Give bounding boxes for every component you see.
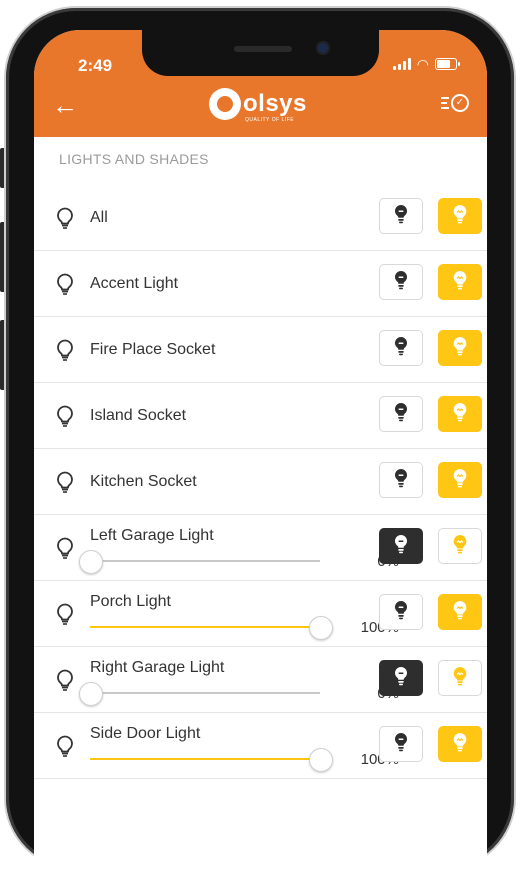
brightness-slider[interactable] xyxy=(79,550,320,574)
logo-subtext: QUALITY OF LIFE xyxy=(245,117,295,123)
brightness-slider[interactable] xyxy=(79,682,320,706)
light-name: Accent Light xyxy=(90,275,179,292)
light-name: Right Garage Light xyxy=(90,659,225,676)
signal-icon xyxy=(392,58,411,70)
slider-knob[interactable] xyxy=(309,616,333,640)
light-row: Island Socket xyxy=(34,383,487,449)
slider-knob[interactable] xyxy=(79,550,103,574)
turn-off-button[interactable] xyxy=(379,198,423,234)
turn-on-button[interactable] xyxy=(438,264,482,300)
light-row: Kitchen Socket xyxy=(34,449,487,515)
slider-knob[interactable] xyxy=(79,682,103,706)
bulb-on-icon xyxy=(452,600,468,625)
slider-fill xyxy=(90,758,320,760)
light-row: Porch Light100% xyxy=(34,581,487,647)
brightness-slider[interactable] xyxy=(90,748,333,772)
brightness-slider[interactable] xyxy=(90,616,333,640)
turn-on-button[interactable] xyxy=(438,528,482,564)
bulb-off-icon xyxy=(394,534,408,559)
turn-on-button[interactable] xyxy=(438,726,482,762)
bulb-off-icon xyxy=(394,732,408,757)
lightbulb-icon xyxy=(56,669,74,691)
bulb-on-icon xyxy=(452,666,468,691)
turn-on-button[interactable] xyxy=(438,198,482,234)
bulb-off-icon xyxy=(394,600,408,625)
screen: 2:49 ◠ ← olsys QUALITY OF LIFE ✓ LIGHTS … xyxy=(34,30,487,870)
slider-knob[interactable] xyxy=(309,748,333,772)
turn-on-button[interactable] xyxy=(438,396,482,432)
app-header: 2:49 ◠ ← olsys QUALITY OF LIFE ✓ xyxy=(34,30,487,137)
turn-off-button[interactable] xyxy=(379,462,423,498)
bulb-on-icon xyxy=(452,204,468,229)
list-icon xyxy=(441,97,449,109)
bulb-off-icon xyxy=(394,204,408,229)
light-name: Left Garage Light xyxy=(90,527,214,544)
bulb-on-icon xyxy=(452,468,468,493)
light-name: Kitchen Socket xyxy=(90,473,197,490)
notch xyxy=(142,30,379,76)
bulb-off-icon xyxy=(394,402,408,427)
lights-list: All Accent Light Fire Place Socket Island S… xyxy=(34,185,487,779)
turn-off-button[interactable] xyxy=(379,528,423,564)
scene-list-check-button[interactable]: ✓ xyxy=(441,94,469,112)
logo-q-icon xyxy=(209,88,241,120)
bulb-on-icon xyxy=(452,732,468,757)
back-arrow-icon[interactable]: ← xyxy=(52,92,78,118)
slider-fill xyxy=(90,626,320,628)
light-name: Porch Light xyxy=(90,593,171,610)
bulb-on-icon xyxy=(452,402,468,427)
light-row: Accent Light xyxy=(34,251,487,317)
bulb-on-icon xyxy=(452,336,468,361)
lightbulb-icon xyxy=(56,405,74,427)
speaker xyxy=(234,46,292,52)
bulb-off-icon xyxy=(394,666,408,691)
logo-text: olsys xyxy=(243,90,307,117)
turn-on-button[interactable] xyxy=(438,462,482,498)
turn-off-button[interactable] xyxy=(379,330,423,366)
light-row: Right Garage Light0% xyxy=(34,647,487,713)
bulb-off-icon xyxy=(394,468,408,493)
lightbulb-icon xyxy=(56,471,74,493)
bulb-off-icon xyxy=(394,336,408,361)
status-time: 2:49 xyxy=(78,56,113,75)
light-name: Island Socket xyxy=(90,407,187,424)
phone-frame: 2:49 ◠ ← olsys QUALITY OF LIFE ✓ LIGHTS … xyxy=(0,0,520,870)
light-name: Side Door Light xyxy=(90,725,201,742)
bulb-off-icon xyxy=(394,270,408,295)
bulb-on-icon xyxy=(452,534,468,559)
lightbulb-icon xyxy=(56,273,74,295)
lightbulb-icon xyxy=(56,339,74,361)
front-camera xyxy=(318,43,328,53)
light-row: Fire Place Socket xyxy=(34,317,487,383)
turn-on-button[interactable] xyxy=(438,594,482,630)
wifi-icon: ◠ xyxy=(416,56,429,72)
lightbulb-icon xyxy=(56,603,74,625)
turn-off-button[interactable] xyxy=(379,396,423,432)
light-row: Side Door Light100% xyxy=(34,713,487,779)
section-title: LIGHTS AND SHADES xyxy=(59,151,209,167)
light-row: All xyxy=(34,185,487,251)
status-icons: ◠ xyxy=(392,56,460,72)
turn-on-button[interactable] xyxy=(438,330,482,366)
light-name: All xyxy=(90,209,108,226)
lightbulb-icon xyxy=(56,207,74,229)
turn-off-button[interactable] xyxy=(379,264,423,300)
lightbulb-icon xyxy=(56,735,74,757)
battery-icon xyxy=(435,58,460,70)
bulb-on-icon xyxy=(452,270,468,295)
light-name: Fire Place Socket xyxy=(90,341,216,358)
turn-off-button[interactable] xyxy=(379,594,423,630)
turn-off-button[interactable] xyxy=(379,726,423,762)
turn-off-button[interactable] xyxy=(379,660,423,696)
check-circle-icon: ✓ xyxy=(451,94,469,112)
light-row: Left Garage Light0% xyxy=(34,515,487,581)
turn-on-button[interactable] xyxy=(438,660,482,696)
qolsys-logo: olsys QUALITY OF LIFE xyxy=(209,88,307,123)
lightbulb-icon xyxy=(56,537,74,559)
